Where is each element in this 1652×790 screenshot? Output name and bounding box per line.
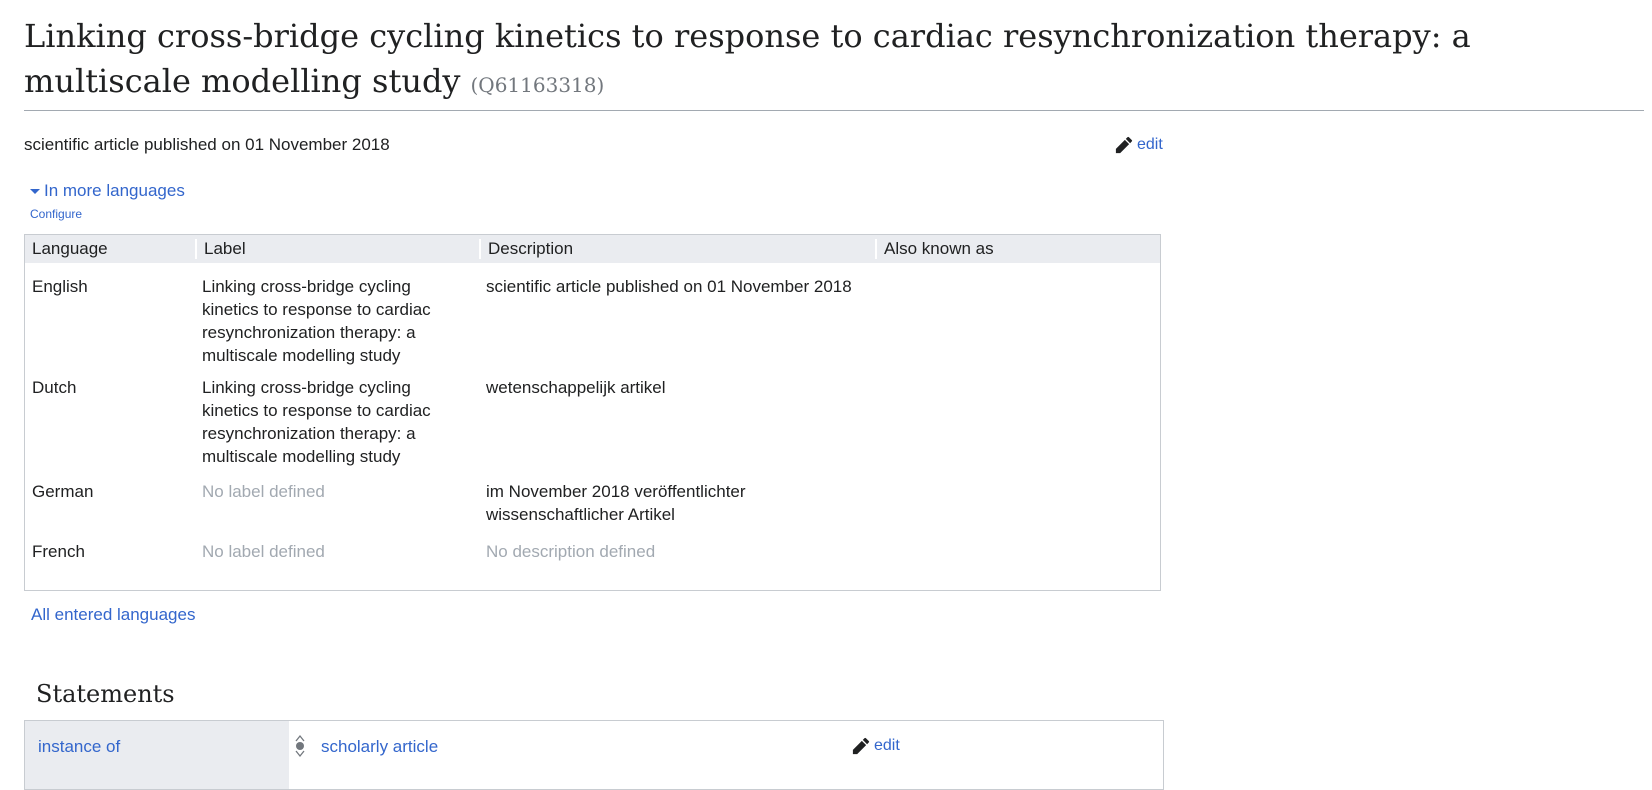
item-description: scientific article published on 01 Novem… [24,135,390,154]
pencil-icon [1115,136,1133,154]
page-heading: Linking cross-bridge cycling kinetics to… [24,14,1644,111]
edit-label: edit [1137,136,1163,153]
item-id: (Q61163318) [470,73,605,97]
row-language: French [32,542,85,561]
row-language: English [32,277,88,296]
languages-table: Language Label Description Also known as… [24,234,1161,591]
item-label: Linking cross-bridge cycling kinetics to… [24,17,1471,100]
in-more-languages-toggle[interactable]: In more languages [30,181,185,201]
language-row-german: German No label defined im November 2018… [25,480,1160,540]
row-description: scientific article published on 01 Novem… [486,277,852,296]
row-language: Dutch [32,378,77,397]
statements-heading: Statements [36,680,175,708]
row-aliases [875,540,1160,570]
row-aliases [875,480,1160,540]
in-more-languages-label: In more languages [44,181,185,200]
row-description: wetenschappelijk artikel [486,378,666,397]
language-row-french: French No label defined No description d… [25,540,1160,570]
header-description: Description [479,239,875,259]
header-language: Language [32,239,108,258]
row-language: German [32,482,94,501]
caret-down-icon [30,188,40,194]
configure-link[interactable]: Configure [30,207,82,221]
row-description: No description defined [486,542,656,561]
pencil-icon [852,737,870,755]
languages-table-header: Language Label Description Also known as [25,235,1160,263]
language-row-english: English Linking cross-bridge cycling kin… [25,275,1160,376]
row-label: Linking cross-bridge cycling kinetics to… [202,378,431,466]
row-description: im November 2018 veröffentlichter wissen… [486,482,746,524]
all-entered-languages-link[interactable]: All entered languages [31,605,195,625]
row-label: No label defined [202,482,325,501]
statement-value-link[interactable]: scholarly article [321,737,438,757]
header-label: Label [195,239,479,259]
edit-termbox-button[interactable]: edit [1115,136,1163,154]
language-row-dutch: Dutch Linking cross-bridge cycling kinet… [25,376,1160,480]
row-label: No label defined [202,542,325,561]
row-aliases [875,275,1160,376]
header-also-known-as: Also known as [875,239,1160,259]
edit-label: edit [874,737,900,754]
rank-selector-icon[interactable] [293,733,307,759]
edit-statement-button[interactable]: edit [852,737,900,755]
page-title: Linking cross-bridge cycling kinetics to… [24,14,1644,108]
property-link-instance-of[interactable]: instance of [38,737,120,757]
row-label: Linking cross-bridge cycling kinetics to… [202,277,431,365]
row-aliases [875,376,1160,480]
